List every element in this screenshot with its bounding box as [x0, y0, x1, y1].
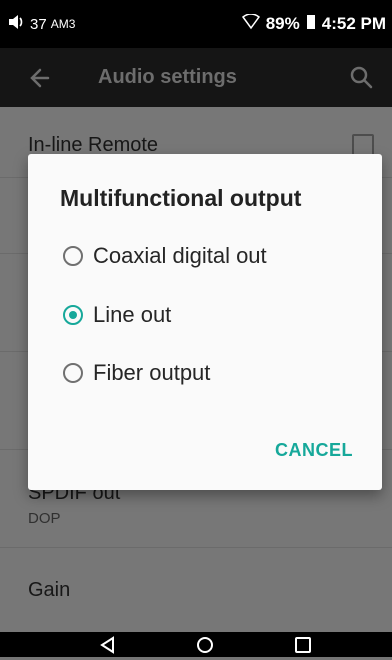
search-icon[interactable] [344, 60, 380, 96]
nav-recents-icon[interactable] [283, 630, 323, 660]
radio-selected-icon[interactable] [63, 305, 83, 325]
status-left: 37 AM3 [8, 0, 75, 48]
navigation-bar [0, 632, 392, 657]
radio-icon[interactable] [63, 246, 83, 266]
cancel-button[interactable]: CANCEL [275, 440, 353, 461]
clock: 4:52 PM [321, 14, 386, 33]
output-dialog: Multifunctional output Coaxial digital o… [28, 154, 382, 490]
list-item[interactable]: Gain [0, 547, 392, 632]
option-line-out[interactable]: Line out [63, 295, 363, 335]
volume-icon [8, 14, 26, 34]
option-coaxial-digital-out[interactable]: Coaxial digital out [63, 236, 363, 276]
list-item-title: Gain [28, 579, 71, 601]
battery-icon [306, 14, 316, 35]
list-item-subtitle: DOP [28, 510, 61, 527]
option-label: Fiber output [93, 360, 211, 385]
wifi-icon [241, 12, 260, 35]
status-right: 89% 4:52 PM [241, 0, 386, 48]
option-label: Line out [93, 302, 172, 327]
radio-icon[interactable] [63, 363, 83, 383]
nav-back-icon[interactable] [88, 630, 128, 660]
nav-home-icon[interactable] [185, 630, 225, 660]
volume-level: 37 [30, 15, 47, 33]
network-label: AM3 [50, 17, 76, 31]
option-label: Coaxial digital out [93, 243, 267, 268]
checkbox[interactable] [352, 134, 374, 156]
option-fiber-output[interactable]: Fiber output [63, 353, 363, 393]
page-title: Audio settings [98, 66, 237, 88]
status-bar: 37 AM3 89% 4:52 PM [0, 0, 392, 48]
dialog-title: Multifunctional output [60, 185, 302, 211]
battery-level: 89% [265, 14, 300, 33]
toolbar: Audio settings [0, 48, 392, 107]
back-icon[interactable] [20, 58, 60, 98]
